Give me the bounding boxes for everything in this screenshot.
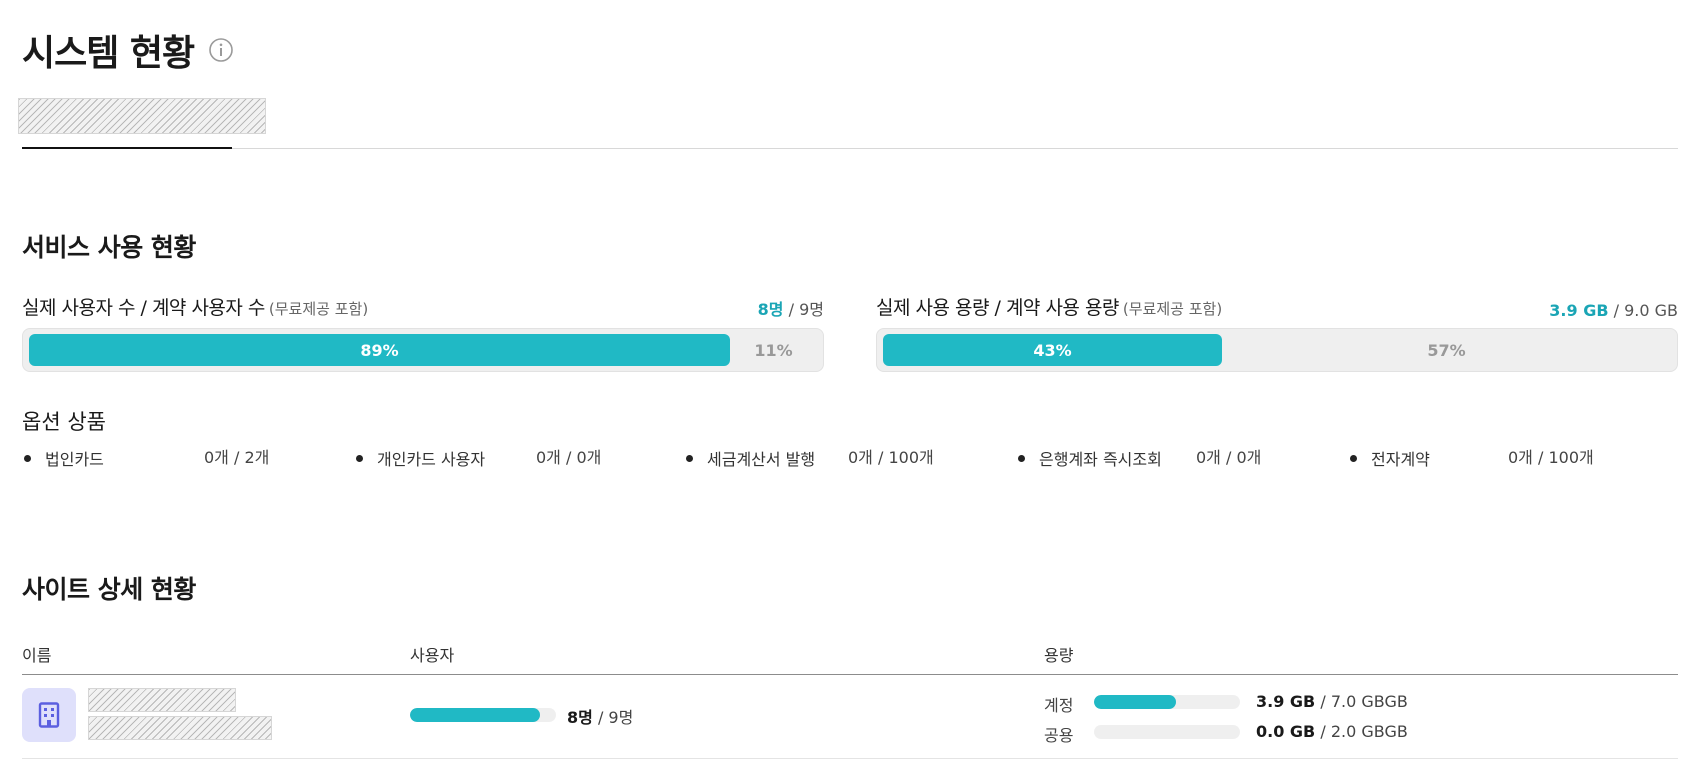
site-users-bar-fill bbox=[410, 708, 540, 722]
option-value-e-contract: 0개 / 100개 bbox=[1508, 448, 1594, 467]
user-usage-label: 실제 사용자 수 / 계약 사용자 수 bbox=[22, 297, 265, 319]
storage-usage-amount: 3.9 GB / 9.0 GB bbox=[1549, 301, 1678, 320]
title-row: 시스템 현황 bbox=[22, 24, 234, 76]
storage-usage-sub-label: (무료제공 포함) bbox=[1122, 300, 1223, 318]
option-item-tax-invoice: 세금계산서 발행 bbox=[686, 446, 815, 470]
site-name-redacted bbox=[88, 688, 236, 712]
site-detail-table-header: 이름 사용자 용량 bbox=[22, 640, 1678, 675]
bullet-icon bbox=[1350, 454, 1357, 462]
user-usage-count: 8명 / 9명 bbox=[757, 300, 824, 319]
option-item-bank-inquiry: 은행계좌 즉시조회 bbox=[1018, 446, 1162, 470]
bullet-icon bbox=[1018, 454, 1025, 462]
user-usage-bar-fill: 89% bbox=[29, 334, 730, 366]
table-row[interactable]: 8명 / 9명 계정 3.9 GB / 7.0 GBGB 공용 0.0 GB /… bbox=[22, 674, 1678, 759]
user-usage-bar-remaining: 11% bbox=[754, 340, 793, 360]
option-item-corporate-card: 법인카드 bbox=[24, 446, 104, 470]
tab-redacted-site[interactable] bbox=[18, 98, 266, 134]
capacity-account-value: 3.9 GB / 7.0 GBGB bbox=[1256, 692, 1408, 711]
service-usage-title: 서비스 사용 현황 bbox=[22, 233, 196, 262]
option-item-personal-card: 개인카드 사용자 bbox=[356, 446, 485, 470]
tab-bar bbox=[18, 98, 1678, 149]
option-products-list: 법인카드 0개 / 2개 개인카드 사용자 0개 / 0개 세금계산서 발행 0… bbox=[22, 446, 1678, 470]
storage-usage-bar: 43% 57% bbox=[876, 328, 1678, 372]
capacity-shared-value: 0.0 GB / 2.0 GBGB bbox=[1256, 722, 1408, 741]
storage-usage-label: 실제 사용 용량 / 계약 사용 용량 bbox=[876, 297, 1119, 319]
option-value-tax-invoice: 0개 / 100개 bbox=[848, 448, 934, 467]
column-header-capacity: 용량 bbox=[1044, 646, 1074, 665]
bullet-icon bbox=[24, 454, 31, 462]
site-detail-title: 사이트 상세 현황 bbox=[22, 575, 196, 604]
site-domain-redacted bbox=[88, 716, 272, 740]
option-products-title: 옵션 상품 bbox=[22, 410, 106, 434]
capacity-account-bar bbox=[1094, 695, 1240, 709]
capacity-account-label: 계정 bbox=[1044, 696, 1074, 715]
page-title: 시스템 현황 bbox=[22, 33, 195, 74]
storage-usage-block: 실제 사용 용량 / 계약 사용 용량 (무료제공 포함) 3.9 GB / 9.… bbox=[876, 288, 1678, 372]
building-icon bbox=[22, 688, 76, 742]
site-users-bar bbox=[410, 708, 556, 722]
capacity-shared-bar bbox=[1094, 725, 1240, 739]
capacity-shared-label: 공용 bbox=[1044, 726, 1074, 745]
storage-usage-bar-fill: 43% bbox=[883, 334, 1222, 366]
option-item-e-contract: 전자계약 bbox=[1350, 446, 1430, 470]
column-header-name: 이름 bbox=[22, 646, 52, 665]
column-header-users: 사용자 bbox=[410, 646, 455, 665]
site-users-count: 8명 / 9명 bbox=[567, 708, 634, 727]
user-usage-bar: 89% 11% bbox=[22, 328, 824, 372]
bullet-icon bbox=[356, 454, 363, 462]
storage-usage-bar-remaining: 57% bbox=[1427, 340, 1466, 360]
info-circle-icon[interactable] bbox=[208, 37, 234, 63]
active-tab-indicator bbox=[22, 147, 232, 149]
option-value-bank-inquiry: 0개 / 0개 bbox=[1196, 448, 1262, 467]
bullet-icon bbox=[686, 454, 693, 462]
capacity-account-bar-fill bbox=[1094, 695, 1176, 709]
user-usage-block: 실제 사용자 수 / 계약 사용자 수 (무료제공 포함) 8명 / 9명 89%… bbox=[22, 288, 824, 372]
option-value-corporate-card: 0개 / 2개 bbox=[204, 448, 270, 467]
user-usage-sub-label: (무료제공 포함) bbox=[268, 300, 369, 318]
option-value-personal-card: 0개 / 0개 bbox=[536, 448, 602, 467]
